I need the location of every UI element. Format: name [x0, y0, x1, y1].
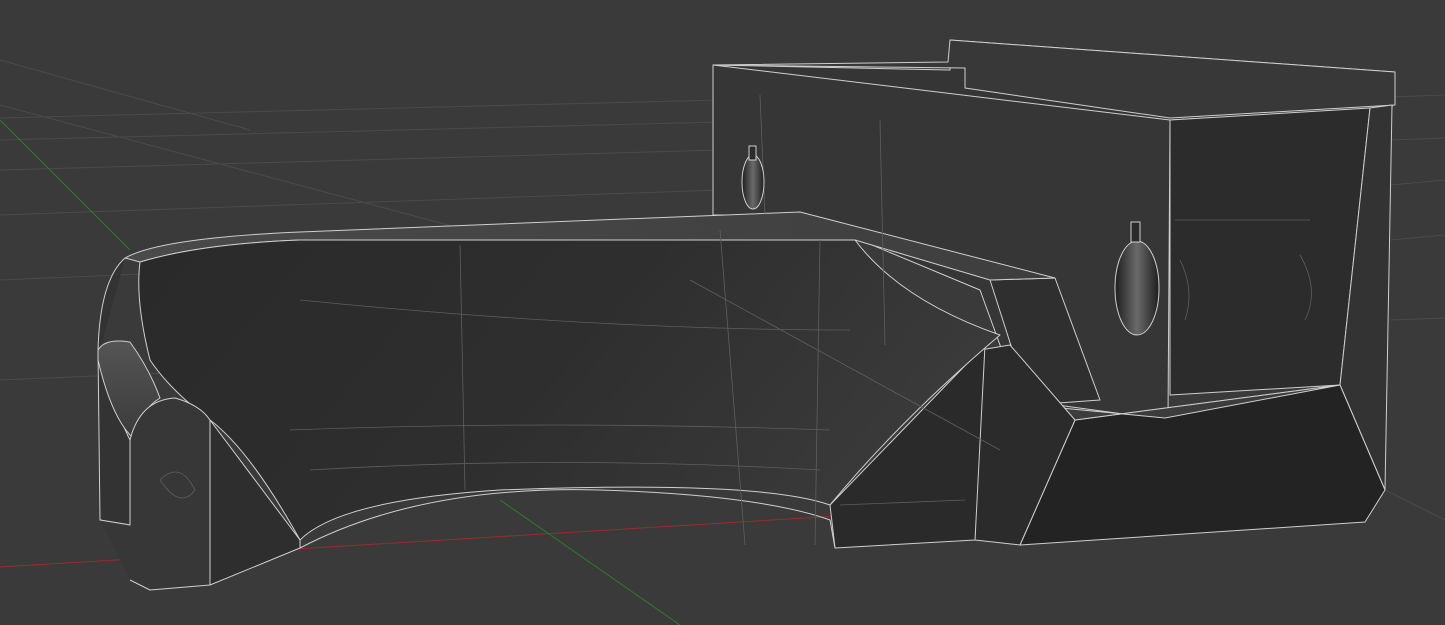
model-body[interactable] — [97, 39, 1396, 591]
grid-line — [1389, 94, 1445, 98]
grid-line — [0, 59, 251, 131]
grid-line — [0, 149, 721, 171]
y-axis-line — [0, 119, 131, 251]
grid-line — [1389, 179, 1445, 186]
y-axis-line — [499, 499, 681, 625]
grid-line — [1389, 137, 1445, 141]
viewport-canvas[interactable] — [0, 0, 1445, 625]
grid-line — [1389, 317, 1445, 321]
grid-line — [0, 121, 721, 141]
grid-line — [0, 189, 721, 216]
grid-line — [1389, 234, 1445, 241]
3d-viewport[interactable] — [0, 0, 1445, 625]
block-right-face[interactable] — [1169, 107, 1371, 396]
grid-line — [0, 99, 721, 119]
grid-line — [1384, 489, 1445, 521]
